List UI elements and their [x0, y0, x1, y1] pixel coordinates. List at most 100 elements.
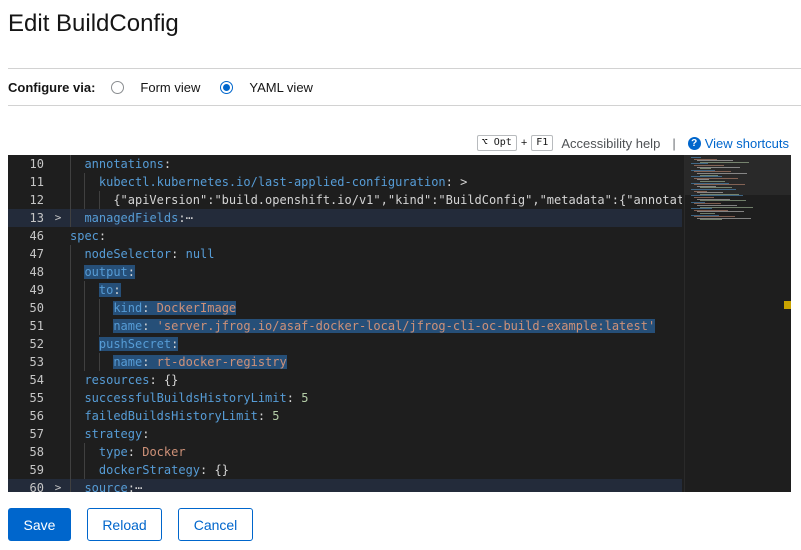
code-text[interactable]: source:⋯ [84, 479, 142, 492]
code-text[interactable]: type: Docker [99, 443, 186, 461]
code-text[interactable]: {"apiVersion":"build.openshift.io/v1","k… [113, 191, 682, 209]
code-text[interactable]: resources: {} [84, 371, 178, 389]
code-text[interactable]: pushSecret: [98, 335, 179, 353]
reload-button[interactable]: Reload [87, 508, 162, 541]
indent-guide [84, 443, 86, 461]
line-number: 13 [29, 211, 44, 225]
minimap-line [700, 200, 746, 202]
line-number: 58 [29, 445, 44, 459]
code-text[interactable]: nodeSelector: null [84, 245, 214, 263]
fold-chevron-icon[interactable]: > [52, 479, 64, 492]
code-text[interactable]: strategy: [84, 425, 149, 443]
indent-guide [70, 461, 71, 479]
code-text[interactable]: dockerStrategy: {} [99, 461, 229, 479]
page-title: Edit BuildConfig [8, 10, 179, 37]
view-shortcuts-label[interactable]: View shortcuts [705, 136, 789, 151]
line-number: 56 [29, 409, 44, 423]
view-shortcuts-link[interactable]: ? View shortcuts [687, 136, 789, 151]
line-number: 10 [29, 157, 44, 171]
code-text[interactable]: name: 'server.jfrog.io/asaf-docker-local… [113, 317, 656, 335]
yaml-view-radio[interactable] [220, 80, 234, 94]
scrollbar-marker [784, 301, 791, 309]
yaml-view-label[interactable]: YAML view [249, 80, 313, 95]
code-line[interactable]: 55 successfulBuildsHistoryLimit: 5 [8, 389, 682, 407]
indent-guide [84, 299, 86, 317]
configure-via-label: Configure via: [8, 79, 96, 95]
indent-guide [98, 299, 100, 317]
indent-guide [70, 245, 71, 263]
code-line[interactable]: 46 spec: [8, 227, 682, 245]
line-number: 12 [29, 193, 44, 207]
code-line[interactable]: 56 failedBuildsHistoryLimit: 5 [8, 407, 682, 425]
indent-guide [70, 317, 71, 335]
indent-guide [70, 425, 71, 443]
help-circle-icon: ? [687, 136, 701, 150]
code-area[interactable]: 10 annotations: 11 kubectl.kubernetes.io/la… [8, 155, 682, 492]
code-line[interactable]: 59 dockerStrategy: {} [8, 461, 682, 479]
code-text[interactable]: spec: [70, 227, 106, 245]
form-view-radio[interactable] [111, 80, 125, 94]
line-number: 49 [29, 283, 44, 297]
code-line[interactable]: 51 name: 'server.jfrog.io/asaf-docker-loc… [8, 317, 682, 335]
cancel-button[interactable]: Cancel [178, 508, 253, 541]
option-key: ⌥ Opt [476, 135, 517, 151]
f1-key: F1 [531, 135, 554, 151]
code-line[interactable]: 13 > managedFields:⋯ [8, 209, 682, 227]
indent-guide [84, 281, 86, 299]
code-text[interactable]: successfulBuildsHistoryLimit: 5 [84, 389, 308, 407]
indent-guide [70, 479, 71, 492]
form-view-label[interactable]: Form view [140, 80, 200, 95]
line-number: 60 [29, 481, 44, 492]
indent-guide [70, 209, 71, 227]
line-number: 57 [29, 427, 44, 441]
indent-guide [84, 191, 86, 209]
code-text[interactable]: annotations: [84, 155, 171, 173]
code-line[interactable]: 52 pushSecret: [8, 335, 682, 353]
code-text[interactable]: failedBuildsHistoryLimit: 5 [84, 407, 279, 425]
configure-via-row: Configure via: Form view YAML view [8, 76, 333, 98]
divider-top [8, 68, 801, 69]
indent-guide [70, 155, 71, 173]
line-number: 48 [29, 265, 44, 279]
divider-bottom [8, 105, 801, 106]
indent-guide [70, 299, 71, 317]
code-line[interactable]: 60 > source:⋯ [8, 479, 682, 492]
code-line[interactable]: 57 strategy: [8, 425, 682, 443]
indent-guide [70, 335, 71, 353]
indent-guide [70, 353, 71, 371]
indent-guide [70, 191, 71, 209]
code-text[interactable]: managedFields:⋯ [84, 209, 192, 227]
indent-guide [98, 191, 100, 209]
line-number: 55 [29, 391, 44, 405]
yaml-editor[interactable]: 10 annotations: 11 kubectl.kubernetes.io/la… [8, 155, 791, 492]
code-line[interactable]: 12 {"apiVersion":"build.openshift.io/v1",… [8, 191, 682, 209]
minimap[interactable] [684, 155, 791, 492]
key-plus: + [520, 137, 528, 149]
line-number: 11 [29, 175, 44, 189]
code-text[interactable]: kind: DockerImage [113, 299, 237, 317]
line-number: 53 [29, 355, 44, 369]
save-button[interactable]: Save [8, 508, 71, 541]
indent-guide [84, 353, 86, 371]
line-number: 52 [29, 337, 44, 351]
indent-guide [70, 389, 71, 407]
line-number: 47 [29, 247, 44, 261]
indent-guide [70, 173, 71, 191]
fold-chevron-icon[interactable]: > [52, 209, 64, 227]
yaml-view-radio-option[interactable]: YAML view [220, 80, 313, 95]
code-line[interactable]: 11 kubectl.kubernetes.io/last-applied-con… [8, 173, 682, 191]
form-view-radio-option[interactable]: Form view [111, 80, 200, 95]
code-text[interactable]: output: [84, 263, 136, 281]
code-line[interactable]: 10 annotations: [8, 155, 682, 173]
line-number: 46 [29, 229, 44, 243]
code-line[interactable]: 50 kind: DockerImage [8, 299, 682, 317]
code-text[interactable]: name: rt-docker-registry [113, 353, 287, 371]
code-line[interactable]: 48 output: [8, 263, 682, 281]
code-line[interactable]: 58 type: Docker [8, 443, 682, 461]
code-line[interactable]: 49 to: [8, 281, 682, 299]
code-line[interactable]: 47 nodeSelector: null [8, 245, 682, 263]
code-text[interactable]: to: [98, 281, 121, 299]
code-line[interactable]: 54 resources: {} [8, 371, 682, 389]
code-line[interactable]: 53 name: rt-docker-registry [8, 353, 682, 371]
code-text[interactable]: kubectl.kubernetes.io/last-applied-confi… [99, 173, 467, 191]
